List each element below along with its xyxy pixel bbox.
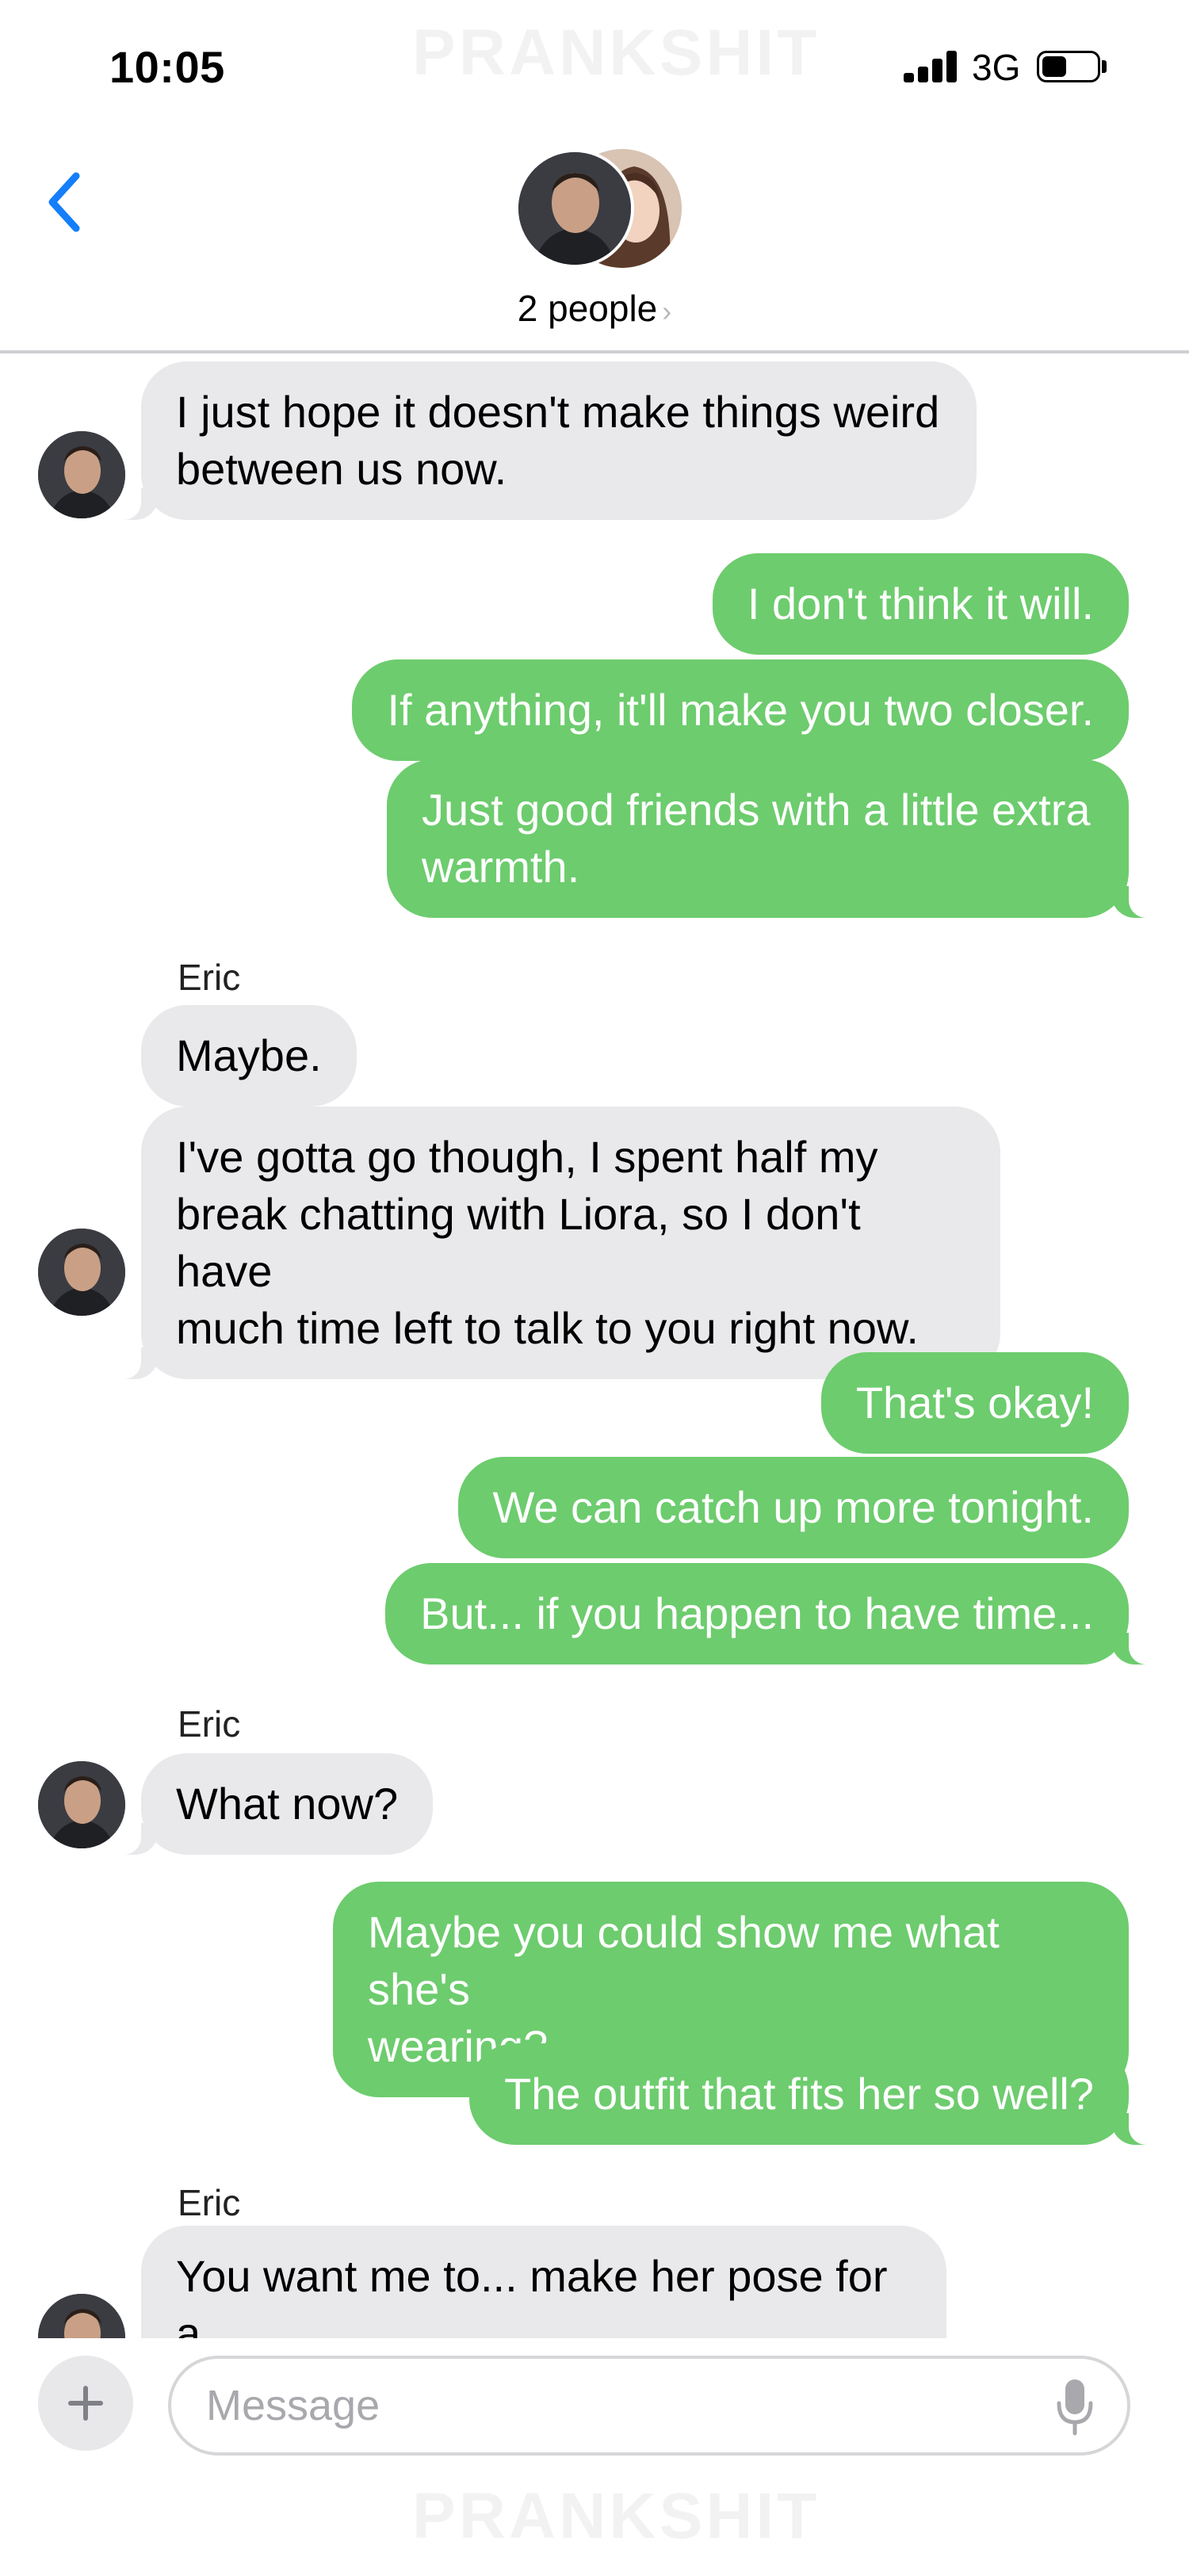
- message-bubble[interactable]: But... if you happen to have time...: [385, 1563, 1160, 1664]
- message-bubble[interactable]: Maybe.: [141, 1005, 357, 1106]
- message-bubble[interactable]: I don't think it will.: [712, 553, 1129, 655]
- network-type: 3G: [972, 47, 1021, 88]
- participants-label: 2 people: [517, 288, 658, 329]
- conversation-details-button[interactable]: 2 people ›: [507, 287, 682, 330]
- message-input[interactable]: [168, 2356, 1130, 2456]
- battery-icon: [1037, 51, 1100, 82]
- battery-level: [1042, 56, 1066, 77]
- back-button[interactable]: [40, 166, 95, 238]
- sender-avatar: [38, 1229, 125, 1316]
- message-bubble[interactable]: Just good friends with a little extra wa…: [387, 759, 1160, 918]
- signal-strength-icon: [904, 51, 959, 82]
- message-bubble[interactable]: That's okay!: [820, 1352, 1129, 1454]
- message-bubble[interactable]: What now?: [109, 1753, 434, 1855]
- message-bubble[interactable]: We can catch up more tonight.: [457, 1457, 1129, 1558]
- sender-name: Eric: [178, 1703, 241, 1745]
- microphone-icon[interactable]: [1054, 2376, 1095, 2436]
- message-bubble[interactable]: I just hope it doesn't make things weird…: [109, 361, 977, 520]
- sender-name: Eric: [178, 957, 241, 998]
- sender-avatar: [38, 431, 125, 518]
- header-divider: [0, 350, 1189, 354]
- chevron-right-icon: ›: [662, 295, 672, 327]
- message-bubble[interactable]: If anything, it'll make you two closer.: [352, 659, 1129, 761]
- watermark-bottom: PRANKSHIT: [412, 2480, 820, 2552]
- watermark-top: PRANKSHIT: [412, 17, 820, 89]
- group-avatar[interactable]: [515, 149, 682, 276]
- sender-name: Eric: [178, 2182, 241, 2223]
- chevron-left-icon: [48, 172, 80, 232]
- status-time: 10:05: [109, 42, 225, 92]
- add-attachment-button[interactable]: [38, 2356, 133, 2451]
- message-bubble[interactable]: I've gotta go though, I spent half my br…: [109, 1106, 1000, 1379]
- sender-avatar: [38, 1761, 125, 1848]
- message-bubble[interactable]: The outfit that fits her so well?: [469, 2043, 1160, 2145]
- battery-cap: [1102, 60, 1107, 73]
- avatar-eric: [515, 149, 634, 268]
